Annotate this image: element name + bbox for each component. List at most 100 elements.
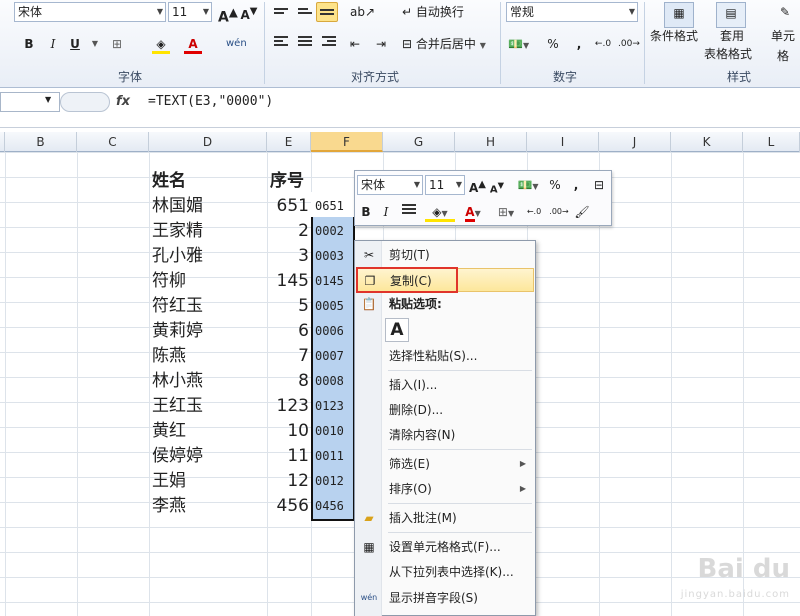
fill-color-icon[interactable]: ◈	[152, 34, 170, 54]
menu-item-sort[interactable]: 排序(O) ▶	[356, 477, 534, 501]
conditional-format-button[interactable]: 条件格式	[650, 26, 698, 46]
mini-shrink-font-icon[interactable]: A▼	[489, 175, 505, 195]
name-cell[interactable]: 孔小雅	[152, 244, 203, 269]
text-cell[interactable]: 0002	[313, 219, 353, 244]
menu-item-phonetic[interactable]: wén 显示拼音字段(S)	[356, 586, 534, 610]
text-cell[interactable]: 0456	[313, 494, 353, 519]
cell-styles-icon[interactable]: ✎	[772, 2, 798, 28]
mini-font-name-select[interactable]: 宋体 ▼	[357, 175, 423, 195]
name-cell[interactable]: 侯婷婷	[152, 444, 203, 469]
seq-cell[interactable]: 8	[267, 369, 309, 394]
comma-button[interactable]: ,	[570, 34, 588, 54]
align-left-button[interactable]	[272, 34, 290, 54]
name-cell[interactable]: 李燕	[152, 494, 186, 519]
menu-item-clear[interactable]: 清除内容(N)	[356, 423, 534, 447]
mini-merge-icon[interactable]: ⊟	[589, 175, 609, 195]
mini-currency-icon[interactable]: 💵▼	[513, 175, 543, 195]
text-cell[interactable]: 0007	[313, 344, 353, 369]
name-cell[interactable]: 黄莉婷	[152, 319, 203, 344]
italic-button[interactable]: I	[44, 34, 62, 54]
mini-decrease-decimal-icon[interactable]: .00→	[547, 202, 571, 222]
underline-button[interactable]: U	[66, 34, 84, 54]
formula-divider-handle[interactable]	[60, 92, 110, 112]
grow-font-button[interactable]: A▲	[218, 2, 238, 26]
mini-font-size-select[interactable]: 11 ▼	[425, 175, 465, 195]
font-color-icon[interactable]: A	[184, 34, 202, 54]
name-cell[interactable]: 王红玉	[152, 394, 203, 419]
text-cell[interactable]: 0010	[313, 419, 353, 444]
menu-item-format-cells[interactable]: ▦ 设置单元格格式(F)...	[356, 535, 534, 559]
seq-cell[interactable]: 10	[267, 419, 309, 444]
phonetic-icon[interactable]: wén	[226, 34, 247, 54]
align-bottom-button[interactable]	[316, 2, 338, 22]
border-icon[interactable]: ⊞	[108, 34, 126, 54]
menu-item-filter[interactable]: 筛选(E) ▶	[356, 452, 534, 476]
text-cell[interactable]: 0123	[313, 394, 353, 419]
name-cell[interactable]: 林国媚	[152, 194, 203, 219]
seq-cell[interactable]: 145	[267, 269, 309, 294]
column-header-B[interactable]: B	[5, 132, 77, 152]
menu-item-paste-special[interactable]: 选择性粘贴(S)...	[356, 344, 534, 368]
conditional-format-icon[interactable]: ▦	[664, 2, 694, 28]
text-cell[interactable]: 0651	[313, 194, 353, 219]
header-name[interactable]: 姓名	[152, 169, 186, 194]
name-cell[interactable]: 林小燕	[152, 369, 203, 394]
align-middle-button[interactable]	[296, 2, 314, 22]
cell-styles-button[interactable]: 单元格	[766, 26, 800, 63]
menu-item-pick-list[interactable]: 从下拉列表中选择(K)...	[356, 560, 534, 584]
increase-indent-icon[interactable]: ⇥	[372, 34, 390, 54]
increase-decimal-icon[interactable]: ←.0	[594, 34, 612, 54]
seq-cell[interactable]: 651	[267, 194, 309, 219]
seq-cell[interactable]: 2	[267, 219, 309, 244]
mini-border-icon[interactable]: ⊞▼	[493, 202, 519, 222]
seq-cell[interactable]: 12	[267, 469, 309, 494]
name-cell[interactable]: 黄红	[152, 419, 186, 444]
orientation-icon[interactable]: ab↗	[350, 2, 375, 22]
name-cell[interactable]: 符红玉	[152, 294, 203, 319]
column-header-I[interactable]: I	[527, 132, 599, 152]
name-cell[interactable]: 王家精	[152, 219, 203, 244]
align-top-button[interactable]	[272, 2, 290, 22]
mini-format-painter-icon[interactable]: 🖌	[573, 202, 591, 222]
text-cell[interactable]: 0011	[313, 444, 353, 469]
mini-bold-button[interactable]: B	[359, 202, 373, 222]
table-format-label-2[interactable]: 表格格式	[704, 44, 752, 64]
seq-cell[interactable]: 3	[267, 244, 309, 269]
formula-input[interactable]: =TEXT(E3,"0000")	[148, 94, 273, 109]
seq-cell[interactable]: 5	[267, 294, 309, 319]
column-header-H[interactable]: H	[455, 132, 527, 152]
menu-item-delete[interactable]: 删除(D)...	[356, 398, 534, 422]
mini-align-center-button[interactable]	[401, 202, 417, 222]
decrease-decimal-icon[interactable]: .00→	[618, 34, 640, 54]
column-header-K[interactable]: K	[671, 132, 743, 152]
header-seq[interactable]: 序号	[270, 169, 304, 194]
name-cell[interactable]: 陈燕	[152, 344, 186, 369]
column-header-J[interactable]: J	[599, 132, 671, 152]
mini-font-color-icon[interactable]: A▼	[459, 202, 487, 222]
mini-percent-button[interactable]: %	[547, 175, 563, 195]
column-header-C[interactable]: C	[77, 132, 149, 152]
wrap-text-button[interactable]: ↵ 自动换行	[402, 2, 464, 22]
name-cell[interactable]: 王娟	[152, 469, 186, 494]
seq-cell[interactable]: 7	[267, 344, 309, 369]
underline-dropdown[interactable]: ▼	[86, 34, 104, 54]
font-name-select[interactable]: 宋体 ▼	[14, 2, 166, 22]
font-size-select[interactable]: 11 ▼	[168, 2, 212, 22]
align-right-button[interactable]	[320, 34, 338, 54]
text-cell[interactable]: 0012	[313, 469, 353, 494]
mini-comma-button[interactable]: ,	[569, 175, 583, 195]
mini-increase-decimal-icon[interactable]: ←.0	[523, 202, 545, 222]
shrink-font-button[interactable]: A▼	[240, 2, 258, 22]
text-cell[interactable]: 0005	[313, 294, 353, 319]
seq-cell[interactable]: 6	[267, 319, 309, 344]
fx-icon[interactable]: fx	[116, 94, 130, 109]
text-cell[interactable]: 0006	[313, 319, 353, 344]
menu-item-insert[interactable]: 插入(I)...	[356, 373, 534, 397]
mini-fill-color-icon[interactable]: ◈▼	[425, 202, 455, 222]
column-header-G[interactable]: G	[383, 132, 455, 152]
bold-button[interactable]: B	[20, 34, 38, 54]
table-format-icon[interactable]: ▤	[716, 2, 746, 28]
decrease-indent-icon[interactable]: ⇤	[346, 34, 364, 54]
table-format-label-1[interactable]: 套用	[720, 26, 744, 46]
text-cell[interactable]: 0008	[313, 369, 353, 394]
